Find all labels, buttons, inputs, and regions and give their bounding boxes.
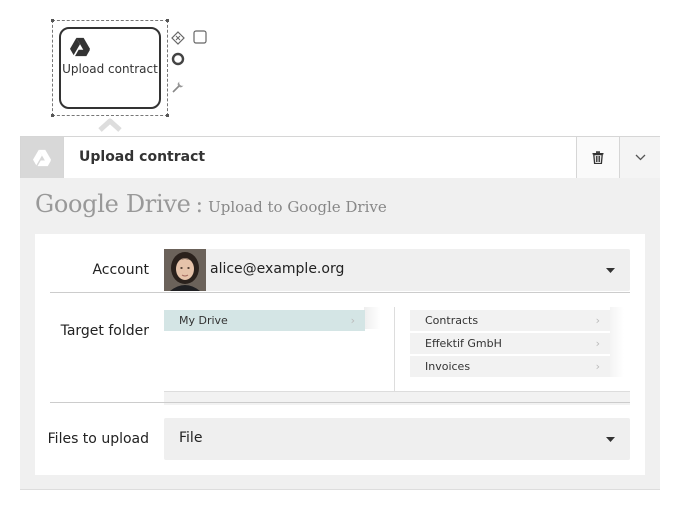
chevron-down-icon	[635, 154, 645, 161]
folder-name: Contracts	[425, 314, 479, 327]
service-name: Google Drive	[35, 190, 191, 218]
caret-down-icon	[605, 436, 615, 442]
end-event-icon[interactable]	[171, 52, 185, 66]
panel-header: Upload contract	[20, 136, 660, 178]
account-select[interactable]: alice@example.org	[164, 249, 630, 291]
chevron-right-icon: ›	[595, 337, 600, 350]
delete-button[interactable]	[577, 137, 619, 178]
task-name-input[interactable]: Upload contract	[63, 137, 577, 178]
collapse-panel-button[interactable]	[619, 137, 660, 178]
google-drive-icon	[33, 149, 51, 166]
panel-title: Google Drive : Upload to Google Drive	[35, 190, 387, 218]
files-to-upload-label: Files to upload	[47, 431, 149, 447]
title-separator: :	[195, 193, 204, 218]
selection-handle[interactable]	[166, 114, 169, 117]
account-label: Account	[92, 262, 149, 278]
google-drive-icon	[70, 37, 90, 57]
trash-icon	[592, 151, 604, 164]
folder-name: My Drive	[179, 314, 228, 327]
field-divider	[50, 402, 630, 403]
folder-item-contracts[interactable]: Contracts ›	[410, 310, 610, 331]
chevron-right-icon: ›	[595, 314, 600, 327]
task-type-badge	[21, 137, 63, 178]
avatar-image	[164, 249, 206, 291]
target-folder-label: Target folder	[60, 323, 149, 339]
folder-item-my-drive[interactable]: My Drive ›	[164, 310, 365, 331]
field-divider	[50, 292, 630, 293]
chevron-right-icon: ›	[595, 360, 600, 373]
wrench-icon[interactable]	[171, 80, 185, 94]
column-separator	[394, 307, 395, 391]
form-card: Account alice@example.org Target folder …	[35, 234, 645, 475]
column-shadow	[364, 307, 380, 329]
gateway-icon[interactable]	[171, 31, 185, 45]
files-value: File	[179, 430, 203, 446]
avatar	[164, 249, 206, 291]
task-icon[interactable]	[193, 30, 207, 44]
selection-handle[interactable]	[166, 19, 169, 22]
column-shadow	[610, 307, 624, 377]
account-dropdown-toggle[interactable]	[590, 249, 630, 291]
folder-name: Invoices	[425, 360, 471, 373]
files-dropdown-toggle[interactable]	[590, 418, 630, 460]
properties-panel: Upload contract Google Drive : Upload to…	[20, 136, 660, 490]
folder-browser[interactable]: My Drive › Contracts › Effektif GmbH › I…	[164, 307, 630, 405]
chevron-right-icon: ›	[350, 314, 355, 327]
caret-down-icon	[605, 267, 615, 273]
selection-handle[interactable]	[51, 19, 54, 22]
files-select[interactable]: File	[164, 418, 630, 460]
upload-contract-task[interactable]: Upload contract	[59, 27, 161, 109]
folder-name: Effektif GmbH	[425, 337, 502, 350]
account-email: alice@example.org	[210, 261, 345, 277]
action-name: Upload to Google Drive	[208, 198, 387, 216]
folder-item-invoices[interactable]: Invoices ›	[410, 356, 610, 377]
task-label: Upload contract	[62, 62, 158, 76]
chevron-up-icon	[98, 118, 122, 132]
folder-item-effektif-gmbh[interactable]: Effektif GmbH ›	[410, 333, 610, 354]
selection-handle[interactable]	[51, 114, 54, 117]
